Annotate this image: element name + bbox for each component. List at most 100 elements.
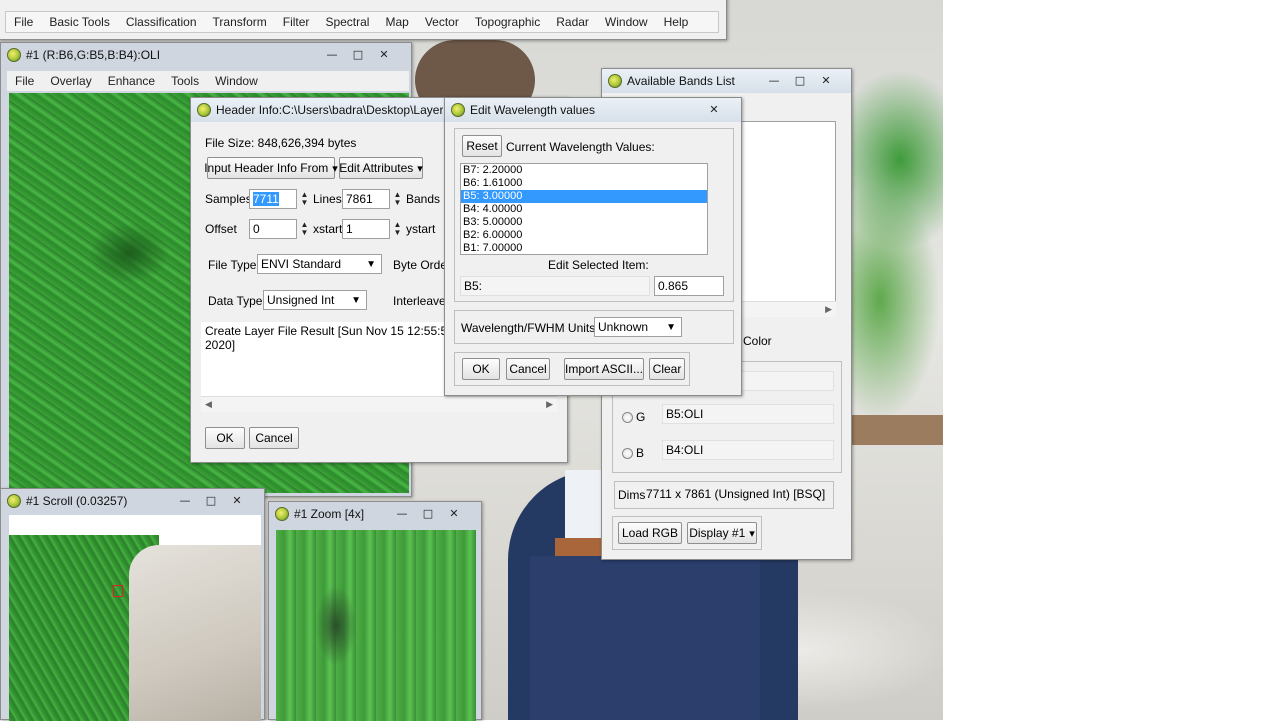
lines-field[interactable]: 7861: [342, 189, 390, 209]
main-menu-bar: File Basic Tools Classification Transfor…: [5, 11, 719, 33]
samples-field[interactable]: 7711: [249, 189, 297, 209]
b-band-field: B4:OLI: [662, 440, 834, 460]
current-values-label: Current Wavelength Values:: [506, 140, 655, 154]
envi-app-icon: [7, 494, 21, 508]
file-type-label: File Type: [208, 258, 257, 272]
menu-file[interactable]: File: [6, 15, 41, 29]
minimize-icon[interactable]: —: [761, 71, 787, 89]
data-type-select[interactable]: Unsigned Int ▼: [263, 290, 367, 310]
units-select[interactable]: Unknown ▼: [594, 317, 682, 337]
wavelength-item-b7[interactable]: B7: 2.20000: [461, 164, 707, 177]
result-log-scrollbar[interactable]: ◀ ▶: [201, 396, 557, 412]
offset-label: Offset: [205, 222, 237, 236]
scroll-left-icon[interactable]: ◀: [205, 399, 212, 410]
header-info-title: Header Info:C:\Users\badra\Desktop\Layer: [216, 103, 444, 117]
minimize-icon[interactable]: —: [172, 491, 198, 509]
close-icon[interactable]: ✕: [813, 71, 839, 89]
xstart-label: xstart: [313, 222, 343, 236]
minimize-icon[interactable]: —: [319, 45, 345, 63]
image-window-titlebar[interactable]: #1 (R:B6,G:B5,B:B4):OLI — □ ✕: [1, 43, 411, 67]
close-icon[interactable]: ✕: [224, 491, 250, 509]
scroll-window-titlebar[interactable]: #1 Scroll (0.03257) — □ ✕: [1, 489, 264, 513]
wavelength-list[interactable]: B7: 2.20000 B6: 1.61000 B5: 3.00000 B4: …: [460, 163, 708, 255]
lines-spinner-icon[interactable]: ▲ ▼: [392, 189, 403, 209]
wavelength-item-b1[interactable]: B1: 7.00000: [461, 242, 707, 254]
interleave-label: Interleave: [393, 294, 446, 308]
maximize-icon[interactable]: □: [415, 504, 441, 522]
zoom-window-title: #1 Zoom [4x]: [294, 507, 365, 521]
input-header-info-button[interactable]: Input Header Info From: [204, 157, 335, 179]
menu-topographic[interactable]: Topographic: [467, 15, 548, 29]
xstart-value: 1: [346, 222, 353, 236]
wavelength-ok-button[interactable]: OK: [462, 358, 500, 380]
image-menu-enhance[interactable]: Enhance: [100, 74, 163, 88]
menu-spectral[interactable]: Spectral: [317, 15, 377, 29]
menu-map[interactable]: Map: [377, 15, 416, 29]
wavelength-item-b2[interactable]: B2: 6.00000: [461, 229, 707, 242]
import-ascii-button[interactable]: Import ASCII...: [564, 358, 644, 380]
header-ok-button[interactable]: OK: [205, 427, 245, 449]
zoom-window-titlebar[interactable]: #1 Zoom [4x] — □ ✕: [269, 502, 481, 526]
wavelength-item-b3[interactable]: B3: 5.00000: [461, 216, 707, 229]
bands-title: Available Bands List: [627, 74, 735, 88]
file-size-label: File Size: 848,626,394 bytes: [205, 136, 357, 150]
units-label: Wavelength/FWHM Units:: [461, 321, 599, 335]
scroll-right-icon[interactable]: ▶: [546, 399, 553, 410]
g-radio[interactable]: [622, 412, 633, 423]
menu-basic-tools[interactable]: Basic Tools: [41, 15, 117, 29]
reset-button[interactable]: Reset: [462, 135, 502, 157]
menu-transform[interactable]: Transform: [205, 15, 275, 29]
offset-field[interactable]: 0: [249, 219, 297, 239]
file-type-select[interactable]: ENVI Standard ▼: [257, 254, 382, 274]
chevron-down-icon: ▼: [351, 294, 361, 306]
image-menu-overlay[interactable]: Overlay: [42, 74, 99, 88]
menu-help[interactable]: Help: [656, 15, 697, 29]
zoom-display[interactable]: [276, 530, 476, 721]
scroll-display[interactable]: [9, 515, 261, 721]
wavelength-item-b5[interactable]: B5: 3.00000: [461, 190, 707, 203]
chevron-down-icon: ▼: [666, 321, 676, 333]
clear-button[interactable]: Clear: [649, 358, 685, 380]
wavelength-item-b4[interactable]: B4: 4.00000: [461, 203, 707, 216]
xstart-field[interactable]: 1: [342, 219, 390, 239]
image-menu-file[interactable]: File: [7, 74, 42, 88]
display-select-button[interactable]: Display #1: [687, 522, 757, 544]
dims-value: 7711 x 7861 (Unsigned Int) [BSQ]: [646, 487, 826, 501]
edit-selected-label: Edit Selected Item:: [548, 258, 649, 272]
dims-label: Dims: [618, 488, 646, 502]
edit-value-field[interactable]: 0.865: [654, 276, 724, 296]
edit-value: 0.865: [658, 279, 689, 293]
image-menu-window[interactable]: Window: [207, 74, 266, 88]
envi-main-window: File Basic Tools Classification Transfor…: [0, 0, 727, 40]
g-band-value: B5:OLI: [666, 407, 704, 421]
wavelength-titlebar[interactable]: Edit Wavelength values ✕: [445, 98, 741, 122]
file-type-value: ENVI Standard: [261, 257, 342, 271]
load-rgb-button[interactable]: Load RGB: [618, 522, 682, 544]
menu-filter[interactable]: Filter: [275, 15, 318, 29]
maximize-icon[interactable]: □: [345, 45, 371, 63]
menu-vector[interactable]: Vector: [417, 15, 467, 29]
offset-spinner-icon[interactable]: ▲ ▼: [299, 219, 310, 239]
header-cancel-button[interactable]: Cancel: [249, 427, 299, 449]
b-radio[interactable]: [622, 448, 633, 459]
envi-app-icon: [197, 103, 211, 117]
samples-spinner-icon[interactable]: ▲ ▼: [299, 189, 310, 209]
maximize-icon[interactable]: □: [198, 491, 224, 509]
image-window-menu: File Overlay Enhance Tools Window: [7, 71, 409, 91]
image-menu-tools[interactable]: Tools: [163, 74, 207, 88]
maximize-icon[interactable]: □: [787, 71, 813, 89]
scroll-window-title: #1 Scroll (0.03257): [26, 494, 128, 508]
edit-attributes-button[interactable]: Edit Attributes: [339, 157, 423, 179]
menu-window[interactable]: Window: [597, 15, 656, 29]
menu-classification[interactable]: Classification: [118, 15, 205, 29]
xstart-spinner-icon[interactable]: ▲ ▼: [392, 219, 403, 239]
bands-titlebar[interactable]: Available Bands List — □ ✕: [602, 69, 851, 93]
menu-radar[interactable]: Radar: [548, 15, 597, 29]
minimize-icon[interactable]: —: [389, 504, 415, 522]
wavelength-item-b6[interactable]: B6: 1.61000: [461, 177, 707, 190]
scroll-right-icon[interactable]: ▶: [825, 304, 832, 315]
wavelength-cancel-button[interactable]: Cancel: [506, 358, 550, 380]
close-icon[interactable]: ✕: [441, 504, 467, 522]
close-icon[interactable]: ✕: [701, 100, 727, 118]
close-icon[interactable]: ✕: [371, 45, 397, 63]
